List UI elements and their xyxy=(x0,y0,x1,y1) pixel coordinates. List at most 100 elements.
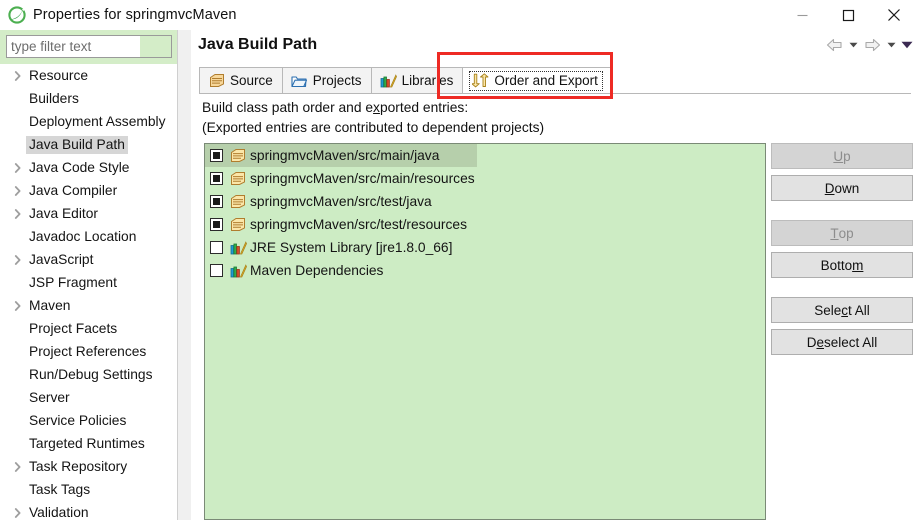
list-item-label: springmvcMaven/src/test/java xyxy=(250,194,432,209)
list-item[interactable]: springmvcMaven/src/main/resources xyxy=(205,167,765,190)
sidebar-item-label: JSP Fragment xyxy=(26,274,120,292)
forward-arrow-icon[interactable] xyxy=(861,34,883,56)
sidebar-item-java-build-path[interactable]: Java Build Path xyxy=(0,133,177,156)
select-all-button[interactable]: Select All xyxy=(771,297,913,323)
chevron-right-icon[interactable] xyxy=(10,455,26,478)
sidebar-item-resource[interactable]: Resource xyxy=(0,64,177,87)
button-label-mnemonic: D xyxy=(825,181,835,196)
library-icon xyxy=(230,263,247,279)
settings-tree[interactable]: ResourceBuildersDeployment AssemblyJava … xyxy=(0,64,177,520)
filter-field-wrapper xyxy=(6,35,172,58)
classpath-entries-list[interactable]: springmvcMaven/src/main/java springmvcMav… xyxy=(204,143,766,520)
list-item-label: JRE System Library [jre1.8.0_66] xyxy=(250,240,452,255)
list-item[interactable]: springmvcMaven/src/test/java xyxy=(205,190,765,213)
sidebar-item-label: Maven xyxy=(26,297,73,315)
button-group-spacer xyxy=(771,284,913,297)
sidebar-item-javadoc-location[interactable]: Javadoc Location xyxy=(0,225,177,248)
sidebar-item-label: Task Tags xyxy=(26,481,93,499)
source-folder-icon xyxy=(230,171,247,187)
tree-indent-spacer xyxy=(10,409,26,432)
button-label-mnemonic: e xyxy=(816,335,824,350)
sidebar-item-builders[interactable]: Builders xyxy=(0,87,177,110)
library-icon xyxy=(230,240,247,256)
sidebar-item-run-debug-settings[interactable]: Run/Debug Settings xyxy=(0,363,177,386)
chevron-right-icon[interactable] xyxy=(10,156,26,179)
back-arrow-icon[interactable] xyxy=(823,34,845,56)
sidebar-item-validation[interactable]: Validation xyxy=(0,501,177,520)
sidebar-item-project-facets[interactable]: Project Facets xyxy=(0,317,177,340)
sidebar-item-deployment-assembly[interactable]: Deployment Assembly xyxy=(0,110,177,133)
sidebar-item-server[interactable]: Server xyxy=(0,386,177,409)
export-checkbox[interactable] xyxy=(210,149,223,162)
sidebar-item-jsp-fragment[interactable]: JSP Fragment xyxy=(0,271,177,294)
button-label-pre: Botto xyxy=(821,258,853,273)
sidebar-item-label: Project Facets xyxy=(26,320,120,338)
properties-dialog: Properties for springmvcMaven ResourceBu… xyxy=(0,0,917,520)
sidebar-item-label: Targeted Runtimes xyxy=(26,435,148,453)
export-checkbox[interactable] xyxy=(210,172,223,185)
list-item-label: springmvcMaven/src/main/resources xyxy=(250,171,475,186)
list-item[interactable]: Maven Dependencies xyxy=(205,259,765,282)
chevron-right-icon[interactable] xyxy=(10,294,26,317)
button-label-post: p xyxy=(843,149,851,164)
back-history-chevron-down-icon[interactable] xyxy=(845,34,861,56)
source-folder-icon xyxy=(230,148,247,164)
order-arrows-icon xyxy=(472,73,489,89)
navigation-bar xyxy=(823,34,915,56)
tree-indent-spacer xyxy=(10,110,26,133)
button-label-mnemonic: c xyxy=(841,303,848,318)
export-checkbox[interactable] xyxy=(210,264,223,277)
sidebar-item-label: JavaScript xyxy=(26,251,96,269)
deselect-all-button[interactable]: Deselect All xyxy=(771,329,913,355)
button-label-pre: Sele xyxy=(814,303,841,318)
chevron-right-icon[interactable] xyxy=(10,248,26,271)
list-item[interactable]: springmvcMaven/src/main/java xyxy=(205,144,477,167)
sidebar-item-targeted-runtimes[interactable]: Targeted Runtimes xyxy=(0,432,177,455)
export-checkbox[interactable] xyxy=(210,195,223,208)
chevron-right-icon[interactable] xyxy=(10,202,26,225)
export-checkbox[interactable] xyxy=(210,218,223,231)
up-button: Up xyxy=(771,143,913,169)
close-icon[interactable] xyxy=(871,0,917,30)
sidebar-item-task-tags[interactable]: Task Tags xyxy=(0,478,177,501)
sidebar-item-javascript[interactable]: JavaScript xyxy=(0,248,177,271)
chevron-right-icon[interactable] xyxy=(10,179,26,202)
button-label-pre: D xyxy=(807,335,817,350)
list-item[interactable]: springmvcMaven/src/test/resources xyxy=(205,213,765,236)
tree-indent-spacer xyxy=(10,340,26,363)
sidebar-item-maven[interactable]: Maven xyxy=(0,294,177,317)
button-label-post: op xyxy=(839,226,854,241)
bottom-button[interactable]: Bottom xyxy=(771,252,913,278)
tab-order-and-export[interactable]: Order and Export xyxy=(462,67,611,93)
main-pane: Java Build Path SourceProject xyxy=(191,30,917,520)
tab-label: Projects xyxy=(313,73,362,88)
chevron-right-icon[interactable] xyxy=(10,64,26,87)
search-input[interactable] xyxy=(6,35,172,58)
maximize-icon[interactable] xyxy=(825,0,871,30)
minimize-icon[interactable] xyxy=(779,0,825,30)
list-item-label: springmvcMaven/src/test/resources xyxy=(250,217,467,232)
tree-indent-spacer xyxy=(10,133,26,156)
sidebar-item-task-repository[interactable]: Task Repository xyxy=(0,455,177,478)
down-button[interactable]: Down xyxy=(771,175,913,201)
sidebar-item-service-policies[interactable]: Service Policies xyxy=(0,409,177,432)
sidebar-item-java-editor[interactable]: Java Editor xyxy=(0,202,177,225)
tab-libraries[interactable]: Libraries xyxy=(371,67,464,93)
tab-source[interactable]: Source xyxy=(199,67,283,93)
sidebar-item-java-compiler[interactable]: Java Compiler xyxy=(0,179,177,202)
sidebar-item-java-code-style[interactable]: Java Code Style xyxy=(0,156,177,179)
chevron-right-icon[interactable] xyxy=(10,501,26,520)
sash-divider[interactable] xyxy=(177,30,191,520)
forward-history-chevron-down-icon[interactable] xyxy=(883,34,899,56)
package-icon xyxy=(208,73,225,89)
spring-leaf-icon xyxy=(8,6,26,24)
tab-projects[interactable]: Projects xyxy=(282,67,372,93)
export-checkbox[interactable] xyxy=(210,241,223,254)
tree-indent-spacer xyxy=(10,363,26,386)
sidebar-item-label: Java Compiler xyxy=(26,182,120,200)
button-label-mnemonic: T xyxy=(830,226,838,241)
view-menu-icon[interactable] xyxy=(899,34,915,56)
list-item[interactable]: JRE System Library [jre1.8.0_66] xyxy=(205,236,765,259)
sidebar-item-label: Java Code Style xyxy=(26,159,132,177)
sidebar-item-project-references[interactable]: Project References xyxy=(0,340,177,363)
